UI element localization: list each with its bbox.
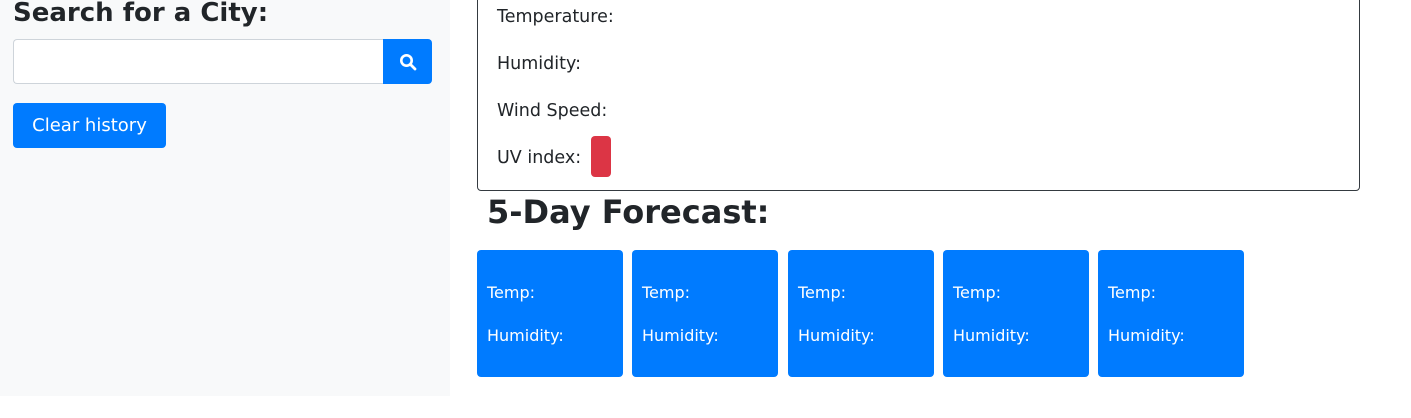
temperature-label: Temperature: bbox=[497, 7, 614, 27]
forecast-humidity-label: Humidity: bbox=[642, 326, 719, 345]
forecast-card-day-2: Temp: Humidity: bbox=[632, 250, 778, 377]
search-group bbox=[13, 39, 432, 84]
city-search-input[interactable] bbox=[13, 39, 383, 84]
clear-history-button[interactable]: Clear history bbox=[13, 103, 166, 148]
forecast-humidity-label: Humidity: bbox=[798, 326, 875, 345]
forecast-temp-label: Temp: bbox=[953, 283, 1002, 302]
forecast-card-day-3: Temp: Humidity: bbox=[788, 250, 934, 377]
forecast-card-day-4: Temp: Humidity: bbox=[943, 250, 1089, 377]
forecast-temp-label: Temp: bbox=[1108, 283, 1157, 302]
uv-index-badge bbox=[591, 136, 611, 177]
forecast-humidity-label: Humidity: bbox=[953, 326, 1030, 345]
forecast-humidity-label: Humidity: bbox=[487, 326, 564, 345]
forecast-card-day-1: Temp: Humidity: bbox=[477, 250, 623, 377]
search-heading: Search for a City: bbox=[13, 0, 269, 28]
forecast-temp-label: Temp: bbox=[798, 283, 847, 302]
forecast-temp-label: Temp: bbox=[642, 283, 691, 302]
uv-index-label: UV index: bbox=[497, 148, 582, 168]
forecast-card-day-5: Temp: Humidity: bbox=[1098, 250, 1244, 377]
search-icon bbox=[399, 53, 416, 70]
humidity-label: Humidity: bbox=[497, 54, 581, 74]
wind-speed-label: Wind Speed: bbox=[497, 101, 608, 121]
forecast-title: 5-Day Forecast: bbox=[487, 193, 770, 231]
forecast-humidity-label: Humidity: bbox=[1108, 326, 1185, 345]
current-weather-card: Temperature: Humidity: Wind Speed: UV in… bbox=[477, 0, 1360, 191]
search-button[interactable] bbox=[383, 39, 432, 84]
forecast-temp-label: Temp: bbox=[487, 283, 536, 302]
sidebar: Search for a City: Clear history bbox=[0, 0, 450, 396]
